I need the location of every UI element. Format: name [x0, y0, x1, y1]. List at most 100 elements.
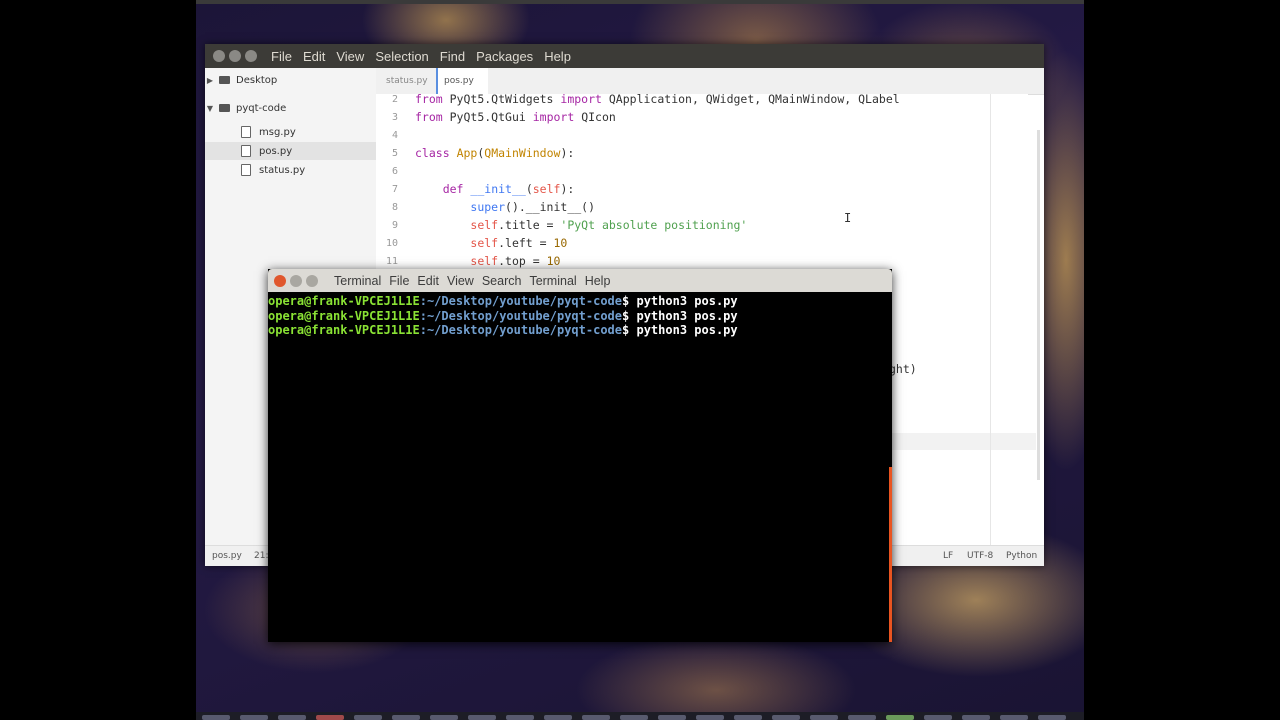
editor-tabs: status.py pos.py — [376, 68, 1044, 95]
code-line: from PyQt5.QtGui import QIcon — [415, 110, 616, 124]
line-number: 6 — [391, 166, 398, 177]
tab-pos-py[interactable]: pos.py — [436, 68, 488, 94]
terminal-menu-help[interactable]: Help — [585, 274, 611, 288]
close-icon[interactable] — [274, 274, 286, 287]
code-line-fragment: ght) — [889, 362, 917, 376]
dock-item[interactable] — [506, 715, 534, 720]
line-number: 4 — [391, 130, 398, 141]
status-grammar[interactable]: Python — [1006, 551, 1037, 561]
menu-packages[interactable]: Packages — [476, 49, 533, 64]
status-eol[interactable]: LF — [943, 551, 953, 561]
terminal-line: opera@frank-VPCEJ1L1E:~/Desktop/youtube/… — [268, 323, 892, 338]
wrap-guide — [990, 94, 991, 546]
maximize-button[interactable] — [245, 50, 257, 62]
prompt-user: opera@frank-VPCEJ1L1E — [268, 294, 420, 308]
dock-item[interactable] — [848, 715, 876, 720]
code-line: from PyQt5.QtWidgets import QApplication… — [415, 92, 900, 106]
atom-titlebar: File Edit View Selection Find Packages H… — [205, 44, 1044, 68]
line-number: 8 — [391, 202, 398, 213]
dock-item[interactable] — [1038, 715, 1066, 720]
dock-item[interactable] — [696, 715, 724, 720]
maximize-icon[interactable] — [306, 274, 318, 287]
tab-label: pos.py — [444, 76, 474, 86]
tree-item-status-py[interactable]: status.py — [205, 161, 376, 179]
terminal-menu-edit[interactable]: Edit — [417, 274, 439, 288]
menu-view[interactable]: View — [336, 49, 364, 64]
status-file[interactable]: pos.py — [212, 551, 242, 561]
text-cursor-icon: I — [844, 211, 852, 225]
code-line: self.top = 10 — [470, 254, 561, 268]
terminal-window: Terminal File Edit View Search Terminal … — [268, 269, 892, 642]
status-cursor[interactable]: 21: — [254, 551, 268, 561]
terminal-line: opera@frank-VPCEJ1L1E:~/Desktop/youtube/… — [268, 309, 892, 324]
prompt-user: opera@frank-VPCEJ1L1E — [268, 323, 420, 338]
tree-item-pyqt-code[interactable]: ▼ pyqt-code — [205, 99, 376, 117]
dock-item[interactable] — [582, 715, 610, 720]
dock-item[interactable] — [886, 715, 914, 720]
tree-item-label: msg.py — [259, 126, 296, 138]
code-line: self.left = 10 — [470, 236, 568, 250]
dock-item[interactable] — [924, 715, 952, 720]
dock-item[interactable] — [544, 715, 572, 720]
tree-item-label: Desktop — [236, 74, 278, 86]
terminal-titlebar: Terminal File Edit View Search Terminal … — [268, 269, 892, 292]
prompt-path: :~/Desktop/youtube/pyqt-code — [419, 308, 623, 323]
minimize-icon[interactable] — [290, 274, 302, 287]
dock-item[interactable] — [468, 715, 496, 720]
tree-item-label: status.py — [259, 164, 306, 176]
dock-item[interactable] — [392, 715, 420, 720]
tree-item-label: pos.py — [259, 145, 293, 157]
close-button[interactable] — [213, 50, 225, 62]
line-number: 9 — [391, 220, 398, 231]
line-number: 5 — [391, 148, 398, 159]
terminal-menu-view[interactable]: View — [447, 274, 474, 288]
dock-item[interactable] — [772, 715, 800, 720]
folder-icon — [219, 104, 230, 112]
prompt-user: opera@frank-VPCEJ1L1E — [268, 308, 420, 323]
file-icon — [241, 145, 251, 157]
dock-item[interactable] — [1000, 715, 1028, 720]
command-text: python3 pos.py — [629, 323, 738, 338]
status-encoding[interactable]: UTF-8 — [967, 551, 993, 561]
dock-item[interactable] — [202, 715, 230, 720]
terminal-output[interactable]: opera@frank-VPCEJ1L1E:~/Desktop/youtube/… — [268, 292, 892, 338]
menu-selection[interactable]: Selection — [375, 49, 428, 64]
minimize-button[interactable] — [229, 50, 241, 62]
tree-item-desktop[interactable]: ▶ Desktop — [205, 71, 376, 89]
menu-file[interactable]: File — [271, 49, 292, 64]
dock-item[interactable] — [430, 715, 458, 720]
dock-item[interactable] — [734, 715, 762, 720]
code-line: class App(QMainWindow): — [415, 146, 575, 160]
tree-item-msg-py[interactable]: msg.py — [205, 123, 376, 141]
dock-item[interactable] — [620, 715, 648, 720]
menu-edit[interactable]: Edit — [303, 49, 325, 64]
dock-item[interactable] — [316, 715, 344, 720]
dock-item[interactable] — [658, 715, 686, 720]
dock-item[interactable] — [810, 715, 838, 720]
menu-help[interactable]: Help — [544, 49, 571, 64]
menu-find[interactable]: Find — [440, 49, 465, 64]
command-text: python3 pos.py — [629, 294, 738, 308]
code-line: super().__init__() — [470, 200, 596, 214]
terminal-menu-file[interactable]: File — [389, 274, 409, 288]
dock-item[interactable] — [354, 715, 382, 720]
terminal-menu-search[interactable]: Search — [482, 274, 522, 288]
tree-item-label: pyqt-code — [236, 102, 287, 114]
dock-item[interactable] — [278, 715, 306, 720]
tree-item-pos-py[interactable]: pos.py — [205, 142, 376, 160]
terminal-scrollbar[interactable] — [889, 467, 892, 642]
line-number: 10 — [385, 238, 398, 249]
atom-menubar: File Edit View Selection Find Packages H… — [271, 49, 582, 64]
editor-scrollbar[interactable] — [1037, 130, 1040, 480]
prompt-path: :~/Desktop/youtube/pyqt-code — [419, 294, 623, 308]
dock-item[interactable] — [962, 715, 990, 720]
line-number: 2 — [391, 94, 398, 105]
file-icon — [241, 164, 251, 176]
terminal-menu-terminal-title[interactable]: Terminal — [334, 274, 381, 288]
terminal-menu-terminal[interactable]: Terminal — [529, 274, 576, 288]
tab-status-py[interactable]: status.py — [386, 68, 428, 94]
current-line-highlight — [891, 433, 1036, 450]
terminal-line: opera@frank-VPCEJ1L1E:~/Desktop/youtube/… — [268, 294, 892, 309]
line-number: 3 — [391, 112, 398, 123]
dock-item[interactable] — [240, 715, 268, 720]
